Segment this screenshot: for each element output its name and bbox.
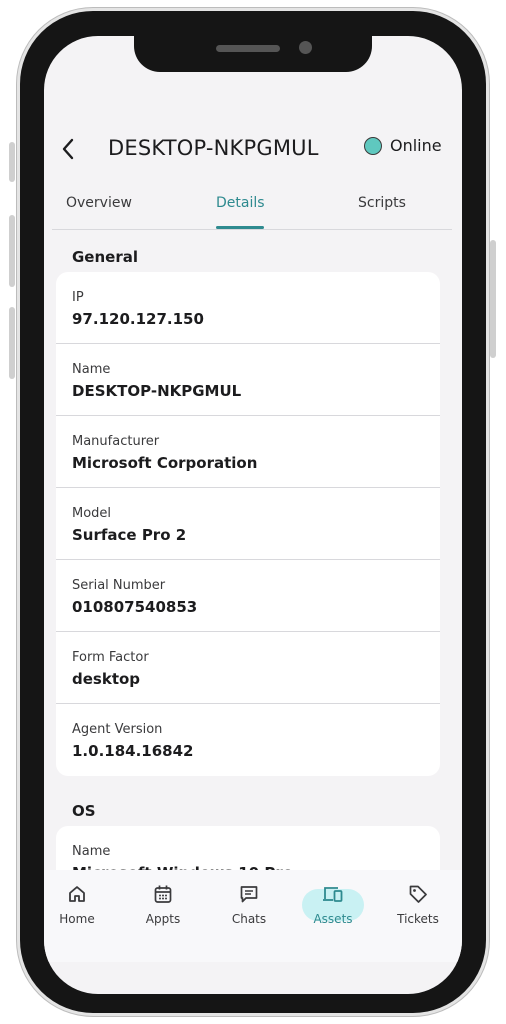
nav-item-assets[interactable]: Assets <box>298 880 368 926</box>
row-value: 1.0.184.16842 <box>72 742 194 760</box>
detail-row-ip: IP 97.120.127.150 <box>56 272 440 344</box>
power-button <box>490 240 496 358</box>
row-label: Manufacturer <box>72 434 160 449</box>
calendar-icon <box>154 885 172 903</box>
tag-icon <box>409 885 427 903</box>
chat-icon <box>240 886 258 903</box>
row-value: 97.120.127.150 <box>72 310 204 328</box>
status-label: Online <box>390 136 442 155</box>
detail-row-manufacturer: Manufacturer Microsoft Corporation <box>56 416 440 488</box>
chevron-left-icon <box>62 138 74 160</box>
row-label: Name <box>72 844 111 859</box>
detail-row-form-factor: Form Factor desktop <box>56 632 440 704</box>
home-icon <box>69 886 85 902</box>
row-value: desktop <box>72 670 141 688</box>
row-value: Microsoft Corporation <box>72 454 258 472</box>
page-title: DESKTOP-NKPGMUL <box>108 136 319 160</box>
volume-up-button <box>9 215 15 287</box>
tab-bar: Overview Details Scripts <box>52 191 452 230</box>
nav-item-chats[interactable]: Chats <box>214 880 284 926</box>
row-label: Serial Number <box>72 578 166 593</box>
tab-scripts[interactable]: Scripts <box>358 195 406 211</box>
devices-icon <box>323 887 343 902</box>
silent-switch <box>9 142 15 182</box>
detail-row-serial-number: Serial Number 010807540853 <box>56 560 440 632</box>
nav-label-tickets: Tickets <box>397 912 439 926</box>
notch <box>134 36 372 72</box>
general-card: IP 97.120.127.150 Name DESKTOP-NKPGMUL M… <box>56 272 440 776</box>
detail-row-model: Model Surface Pro 2 <box>56 488 440 560</box>
back-button[interactable] <box>56 134 82 164</box>
volume-down-button <box>9 307 15 379</box>
row-label: Name <box>72 362 111 377</box>
nav-item-tickets[interactable]: Tickets <box>383 880 453 926</box>
detail-row-agent-version: Agent Version 1.0.184.16842 <box>56 704 440 776</box>
row-label: Agent Version <box>72 722 163 737</box>
row-value: DESKTOP-NKPGMUL <box>72 382 242 400</box>
online-status-dot <box>364 136 382 155</box>
nav-label-home: Home <box>59 912 95 926</box>
row-value: Surface Pro 2 <box>72 526 187 544</box>
section-heading-os: OS <box>72 802 96 820</box>
asset-header: DESKTOP-NKPGMUL Online <box>44 132 462 168</box>
row-label: Form Factor <box>72 650 149 665</box>
nav-label-appts: Appts <box>145 912 181 926</box>
status-badge: Online <box>364 136 442 155</box>
phone-frame: DESKTOP-NKPGMUL Online Overview Details … <box>17 8 489 1016</box>
section-heading-general: General <box>72 248 138 266</box>
tab-details[interactable]: Details <box>216 195 265 211</box>
row-label: IP <box>72 290 84 305</box>
tab-overview[interactable]: Overview <box>66 195 132 211</box>
detail-row-name: Name DESKTOP-NKPGMUL <box>56 344 440 416</box>
row-value: 010807540853 <box>72 598 198 616</box>
nav-item-home[interactable]: Home <box>44 880 112 926</box>
nav-item-appts[interactable]: Appts <box>128 880 198 926</box>
row-label: Model <box>72 506 112 521</box>
app-screen: DESKTOP-NKPGMUL Online Overview Details … <box>44 36 462 994</box>
camera <box>299 41 312 54</box>
active-tab-indicator <box>216 226 264 229</box>
bottom-navigation: Home Appts Chats Assets Tickets <box>44 870 462 962</box>
speaker <box>216 45 280 52</box>
nav-label-chats: Chats <box>231 912 267 926</box>
nav-label-assets: Assets <box>313 912 353 926</box>
